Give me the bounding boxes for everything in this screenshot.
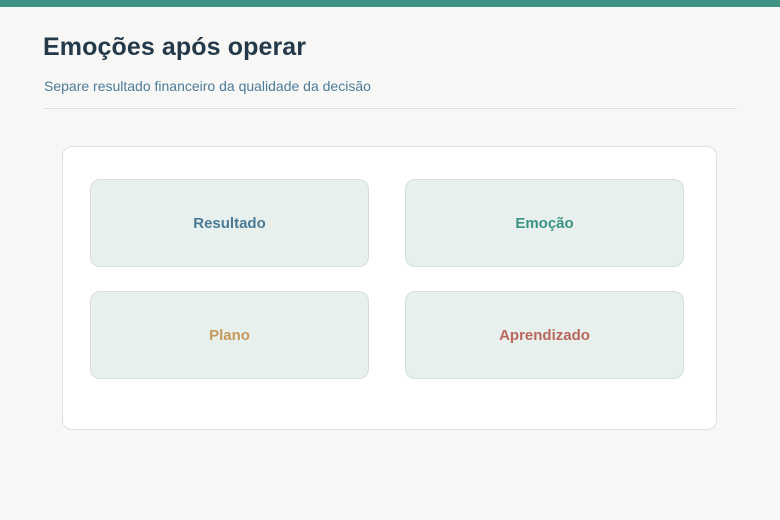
tile-label-emocao: Emoção xyxy=(515,214,574,232)
page-subtitle: Separe resultado financeiro da qualidade… xyxy=(44,78,371,94)
tile-label-resultado: Resultado xyxy=(193,214,266,232)
tile-resultado[interactable]: Resultado xyxy=(90,179,369,267)
tile-aprendizado[interactable]: Aprendizado xyxy=(405,291,684,379)
emotions-card: Resultado Emoção Plano Aprendizado xyxy=(62,146,717,430)
page-title: Emoções após operar xyxy=(43,33,307,61)
header-divider xyxy=(44,108,737,109)
tile-emocao[interactable]: Emoção xyxy=(405,179,684,267)
top-accent-bar xyxy=(0,0,780,7)
tile-label-plano: Plano xyxy=(209,326,250,344)
tile-label-aprendizado: Aprendizado xyxy=(499,326,590,344)
tile-plano[interactable]: Plano xyxy=(90,291,369,379)
